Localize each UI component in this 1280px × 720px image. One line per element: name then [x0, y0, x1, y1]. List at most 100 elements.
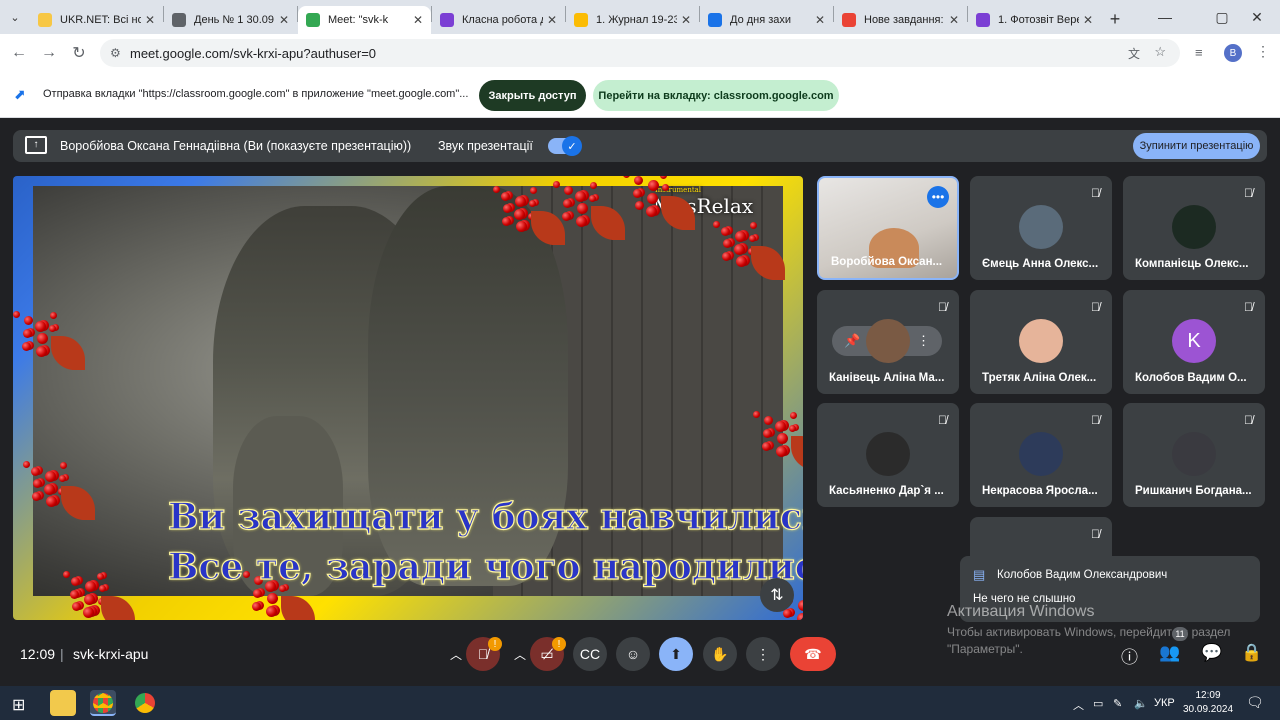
tray-network-icon[interactable]: ▭	[1093, 697, 1103, 710]
participant-avatar	[1019, 432, 1063, 476]
menu-kebab-icon[interactable]: ⋮	[1256, 43, 1270, 60]
viburnum-leaf	[791, 436, 803, 470]
browser-tab[interactable]: До дня захи ✕	[700, 6, 833, 34]
chrome-taskbar-icon-2[interactable]	[132, 690, 158, 716]
participant-tile[interactable]: 🎙̸ K Колобов Вадим О...	[1123, 290, 1265, 394]
tray-time: 12:09	[1195, 690, 1221, 701]
browser-tab[interactable]: 1. Журнал 19-23 ✕	[566, 6, 699, 34]
tile-more-icon[interactable]: ⋮	[917, 333, 930, 349]
participant-tile[interactable]: 🎙̸ Третяк Аліна Олек...	[970, 290, 1112, 394]
browser-tab[interactable]: День № 1 30.09 ✕	[164, 6, 297, 34]
browser-tab[interactable]: Meet: "svk-k ✕	[298, 6, 431, 34]
tray-clock[interactable]: 12:09 30.09.2024	[1183, 689, 1233, 717]
tray-pen-icon[interactable]: ✎	[1113, 697, 1122, 710]
viburnum-berry	[63, 571, 70, 578]
participant-tile[interactable]: 🎙̸ Ришканич Богдана...	[1123, 403, 1265, 507]
host-controls-icon[interactable]: 🔒	[1241, 643, 1262, 663]
site-settings-icon[interactable]: ⚙	[110, 46, 121, 60]
viburnum-berry	[97, 573, 104, 580]
viburnum-berry	[70, 590, 79, 599]
leave-call-button[interactable]: ☎	[790, 637, 836, 671]
participant-name: Колобов Вадим О...	[1135, 372, 1247, 384]
participant-tile-partial: 🎙̸	[970, 517, 1112, 557]
people-icon[interactable]: 👥	[1159, 643, 1180, 663]
viburnum-berry	[764, 416, 773, 425]
notification-center-icon[interactable]: 🗨	[1246, 694, 1264, 711]
bookmark-star-icon[interactable]: ☆	[1154, 44, 1166, 60]
tab-close-icon[interactable]: ✕	[547, 13, 557, 27]
video-options-chevron-icon[interactable]: ︿	[514, 646, 526, 663]
media-control-icon[interactable]: ≡	[1195, 45, 1203, 60]
meeting-details-icon[interactable]: ⓘ	[1121, 643, 1138, 668]
translate-icon[interactable]: 文	[1128, 45, 1140, 62]
chrome-taskbar-icon[interactable]	[90, 690, 116, 716]
viburnum-berry	[722, 252, 731, 261]
new-tab-button[interactable]: +	[1101, 9, 1129, 30]
close-window-icon[interactable]: ✕	[1234, 0, 1280, 34]
url-field[interactable]: ⚙ meet.google.com/svk-krxi-apu?authuser=…	[100, 39, 1180, 67]
mic-off-icon: 🎙̸	[1244, 413, 1253, 427]
participant-tile[interactable]: 🎙̸ Компанієць Олекс...	[1123, 176, 1265, 280]
viburnum-berry	[721, 227, 730, 236]
participant-tile[interactable]: 🎙̸ 📌 ⋮ Канівець Аліна Ма...	[817, 290, 959, 394]
close-access-button[interactable]: Закрыть доступ	[479, 80, 586, 111]
present-now-button[interactable]: ⬆	[659, 637, 693, 671]
tab-close-icon[interactable]: ✕	[1083, 13, 1093, 27]
participant-tile[interactable]: 🎙̸ Ємець Анна Олекс...	[970, 176, 1112, 280]
tile-options-icon[interactable]: •••	[927, 186, 949, 208]
viburnum-berry	[750, 222, 757, 229]
tab-close-icon[interactable]: ✕	[145, 13, 155, 27]
minimize-icon[interactable]: —	[1142, 0, 1188, 34]
participant-tile[interactable]: ••• Воробйова Оксан...	[817, 176, 959, 280]
tab-favicon-icon	[306, 13, 320, 27]
participant-avatar	[1019, 205, 1063, 249]
captions-button[interactable]: CC	[573, 637, 607, 671]
tray-language[interactable]: УКР	[1154, 697, 1175, 709]
tab-close-icon[interactable]: ✕	[681, 13, 691, 27]
viburnum-berry	[623, 176, 630, 178]
reload-icon[interactable]: ↻	[64, 43, 94, 63]
tab-title: Meet: "svk-k	[328, 14, 389, 26]
forward-icon[interactable]: →	[34, 44, 64, 62]
viburnum-berry	[23, 461, 30, 468]
goto-tab-button[interactable]: Перейти на вкладку: classroom.google.com	[593, 80, 839, 111]
viburnum-berry	[36, 346, 47, 357]
tab-search-icon[interactable]: ⌄	[0, 0, 30, 34]
tab-close-icon[interactable]: ✕	[815, 13, 825, 27]
tab-close-icon[interactable]: ✕	[949, 13, 959, 27]
tray-chevron-icon[interactable]: ︿	[1073, 697, 1084, 713]
profile-avatar[interactable]: B	[1224, 44, 1242, 62]
activation-title: Активация Windows	[947, 603, 1095, 620]
browser-tab[interactable]: 1. Фотозвіт Вере ✕	[968, 6, 1101, 34]
viburnum-berry	[735, 231, 746, 242]
browser-tab[interactable]: UKR.NET: Всі новини ✕	[30, 6, 163, 34]
tab-title: UKR.NET: Всі новини	[60, 14, 141, 26]
raise-hand-button[interactable]: ✋	[703, 637, 737, 671]
more-options-button[interactable]: ⋮	[746, 637, 780, 671]
participant-tile[interactable]: 🎙̸ Касьяненко Дар`я ...	[817, 403, 959, 507]
tray-volume-icon[interactable]: 🔈	[1134, 697, 1148, 710]
chat-icon: ▤	[973, 567, 986, 582]
viburnum-berry	[24, 316, 33, 325]
participant-name: Некрасова Ярослa...	[982, 485, 1098, 497]
participant-tile[interactable]: 🎙̸ Некрасова Ярослa...	[970, 403, 1112, 507]
pin-icon[interactable]: 📌	[844, 333, 860, 349]
tab-close-icon[interactable]: ✕	[413, 13, 423, 27]
swap-layout-icon[interactable]: ⇅	[760, 578, 794, 612]
viburnum-berry	[83, 607, 94, 618]
emoji-button[interactable]: ☺	[616, 637, 650, 671]
presentation-audio-toggle[interactable]	[548, 136, 582, 156]
browser-tab[interactable]: Класна робота д ✕	[432, 6, 565, 34]
viburnum-berry	[564, 186, 573, 195]
chat-panel-icon[interactable]: 💬	[1201, 643, 1222, 663]
lyric-line-2: Все те, заради чого народились	[167, 545, 803, 588]
viburnum-berry	[37, 333, 48, 344]
back-icon[interactable]: ←	[4, 44, 34, 62]
audio-options-chevron-icon[interactable]: ︿	[450, 646, 462, 663]
viburnum-berry	[633, 189, 642, 198]
tab-close-icon[interactable]: ✕	[279, 13, 289, 27]
windows-start-icon[interactable]: ⊞	[12, 695, 25, 715]
file-explorer-icon[interactable]	[50, 690, 76, 716]
stop-presenting-button[interactable]: Зупинити презентацію	[1133, 133, 1260, 159]
browser-tab[interactable]: Нове завдання: ✕	[834, 6, 967, 34]
